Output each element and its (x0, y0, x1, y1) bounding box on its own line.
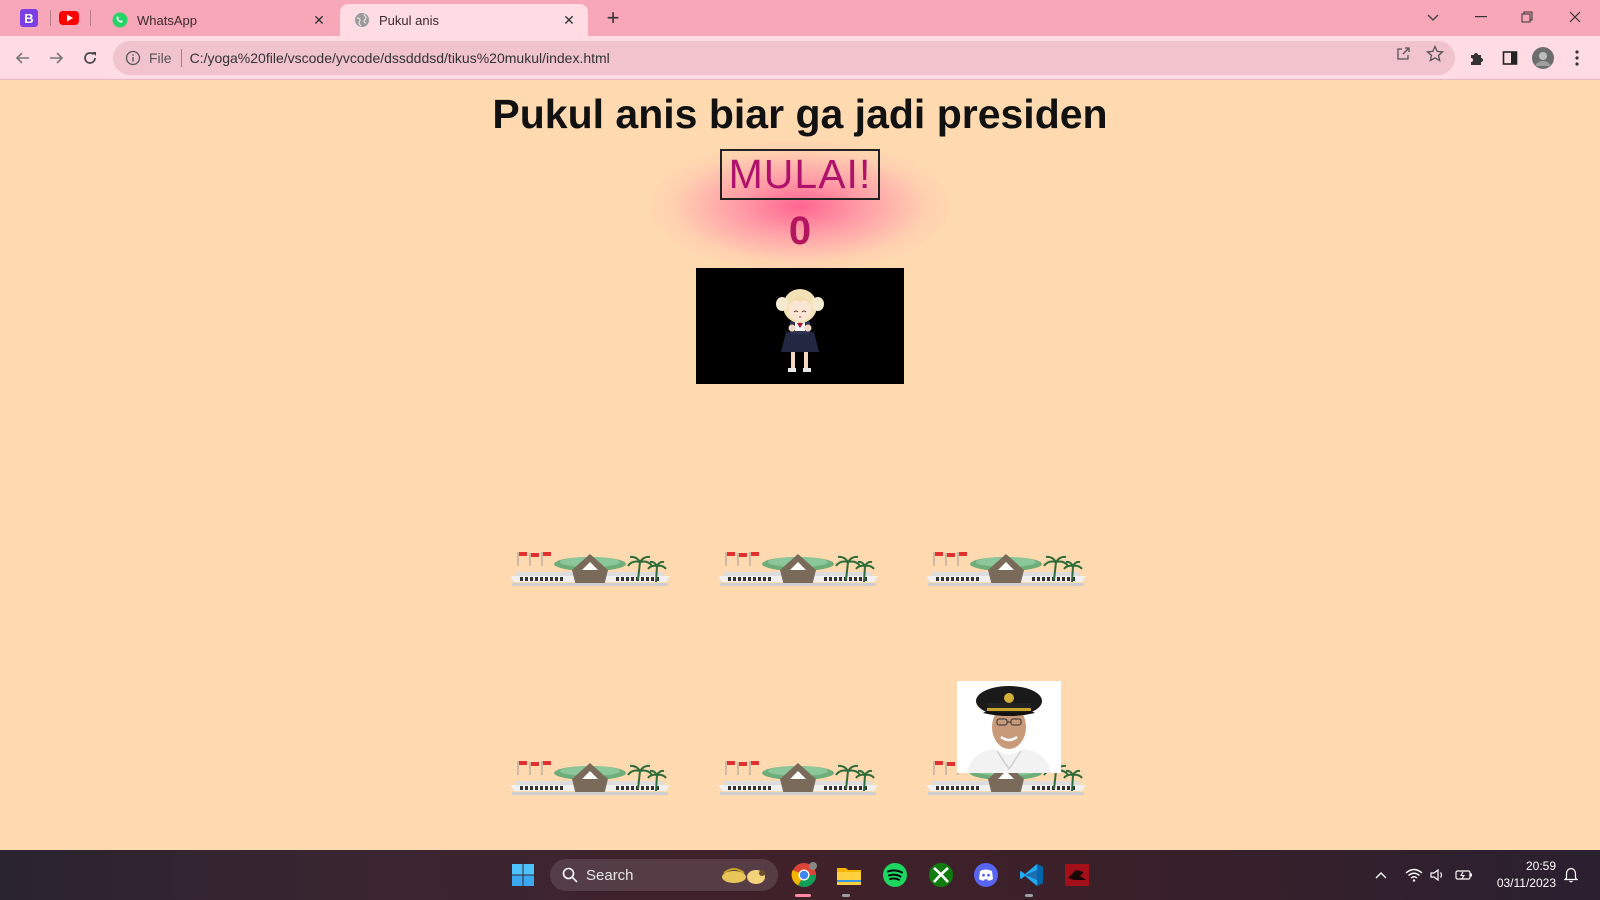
tab-separator (50, 10, 51, 26)
notification-bell-icon[interactable] (1562, 866, 1580, 884)
extensions-puzzle-icon[interactable] (1464, 45, 1490, 71)
pinned-tab-blogger[interactable]: B (18, 7, 40, 29)
running-indicator (1025, 894, 1033, 897)
hole-dpr-building-5[interactable] (718, 759, 878, 801)
youtube-icon (59, 11, 79, 25)
system-clock[interactable]: 20:59 03/11/2023 (1497, 858, 1556, 892)
wifi-icon[interactable] (1405, 866, 1423, 884)
dancing-character-video (696, 268, 904, 384)
profile-avatar[interactable] (1530, 45, 1556, 71)
taskbar-search-box[interactable]: Search (550, 859, 778, 891)
whatsapp-icon (112, 12, 128, 28)
minimize-button[interactable] (1458, 0, 1504, 34)
game-app-icon[interactable] (1061, 859, 1093, 891)
tab-title: WhatsApp (137, 12, 197, 28)
hole-dpr-building-3[interactable] (926, 550, 1086, 592)
url-text[interactable]: C:/yoga%20file/vscode/yvcode/dssdddsd/ti… (190, 50, 610, 66)
reload-button[interactable] (77, 45, 103, 71)
discord-icon[interactable] (970, 859, 1002, 891)
search-label: Search (586, 866, 634, 884)
restore-button[interactable] (1504, 0, 1550, 34)
search-highlight-icon (722, 868, 765, 884)
browser-toolbar: File C:/yoga%20file/vscode/yvcode/dssddd… (0, 36, 1600, 80)
blogger-b-icon: B (20, 9, 38, 27)
forward-button[interactable] (43, 45, 69, 71)
page-title: Pukul anis biar ga jadi presiden (492, 91, 1108, 137)
windows-start-icon[interactable] (507, 859, 539, 891)
anies-photo-image (957, 681, 1061, 773)
page-content: Pukul anis biar ga jadi presiden MULAI! … (0, 81, 1600, 850)
chrome-icon[interactable] (788, 859, 820, 891)
menu-kebab-icon[interactable] (1564, 45, 1590, 71)
divider (180, 49, 182, 67)
tray-overflow-chevron-icon[interactable] (1372, 866, 1390, 884)
spotify-icon[interactable] (879, 859, 911, 891)
share-icon[interactable] (1394, 45, 1412, 63)
running-indicator (842, 894, 850, 897)
score-display: 0 (788, 209, 812, 253)
bookmark-star-icon[interactable] (1426, 45, 1444, 63)
back-arrow-icon (15, 52, 29, 64)
search-icon (562, 867, 578, 883)
file-explorer-icon[interactable] (833, 859, 865, 891)
start-button[interactable]: MULAI! (720, 149, 880, 200)
clock-date: 03/11/2023 (1496, 876, 1556, 890)
volume-icon[interactable] (1429, 866, 1447, 884)
info-icon[interactable] (125, 50, 141, 66)
new-tab-button[interactable]: + (600, 5, 626, 31)
back-button[interactable] (10, 45, 36, 71)
close-icon[interactable]: ✕ (560, 11, 578, 29)
tab-pukul-anis[interactable]: Pukul anis ✕ (340, 4, 588, 36)
reload-icon (84, 52, 96, 64)
mole-anies-portrait[interactable] (957, 681, 1061, 773)
tab-title: Pukul anis (379, 12, 439, 28)
vscode-icon[interactable] (1016, 859, 1048, 891)
xbox-icon[interactable] (925, 859, 957, 891)
pinned-tab-youtube[interactable] (58, 7, 80, 29)
close-window-button[interactable] (1552, 0, 1598, 34)
clock-time: 20:59 (1525, 859, 1556, 873)
forward-arrow-icon (50, 52, 64, 64)
tab-strip: B WhatsApp ✕ Pukul anis ✕ + (0, 0, 1600, 36)
hole-dpr-building-2[interactable] (718, 550, 878, 592)
battery-icon[interactable] (1455, 866, 1473, 884)
anime-character-image (776, 289, 824, 372)
side-panel-icon[interactable] (1497, 45, 1523, 71)
hole-dpr-building-1[interactable] (510, 550, 670, 592)
hole-dpr-building-4[interactable] (510, 759, 670, 801)
globe-icon (354, 12, 370, 28)
windows-taskbar: Search 20:59 03/11/2023 (0, 850, 1600, 900)
running-indicator (795, 894, 811, 897)
tab-search-chevron-icon[interactable] (1410, 0, 1456, 34)
tab-separator (90, 10, 91, 26)
address-bar[interactable]: File C:/yoga%20file/vscode/yvcode/dssddd… (113, 41, 1455, 75)
close-icon[interactable]: ✕ (310, 11, 328, 29)
tab-whatsapp[interactable]: WhatsApp ✕ (98, 4, 338, 36)
scheme-label: File (149, 50, 172, 66)
